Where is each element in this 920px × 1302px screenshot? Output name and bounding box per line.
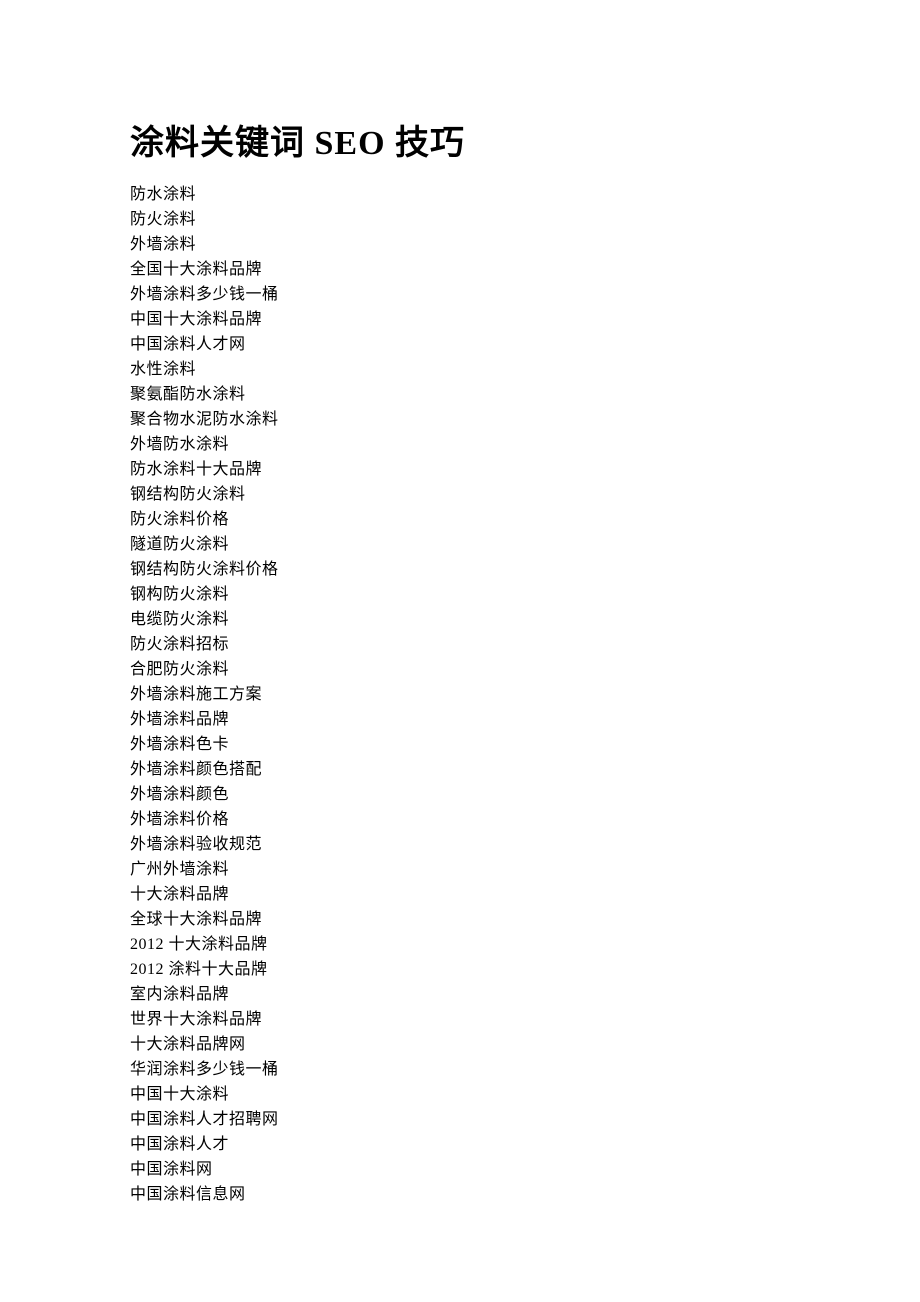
keyword-item: 外墙涂料多少钱一桶 [130, 282, 790, 307]
keyword-item: 世界十大涂料品牌 [130, 1007, 790, 1032]
keyword-item: 聚氨酯防水涂料 [130, 382, 790, 407]
keyword-item: 水性涂料 [130, 357, 790, 382]
keyword-item: 2012 涂料十大品牌 [130, 957, 790, 982]
keyword-item: 外墙防水涂料 [130, 432, 790, 457]
keyword-item: 中国涂料人才网 [130, 332, 790, 357]
keyword-item: 广州外墙涂料 [130, 857, 790, 882]
page-title: 涂料关键词 SEO 技巧 [130, 115, 790, 164]
keyword-item: 外墙涂料颜色搭配 [130, 757, 790, 782]
keyword-item: 钢构防火涂料 [130, 582, 790, 607]
keyword-item: 华润涂料多少钱一桶 [130, 1057, 790, 1082]
keyword-item: 中国涂料网 [130, 1157, 790, 1182]
keyword-item: 中国涂料人才 [130, 1132, 790, 1157]
keyword-item: 聚合物水泥防水涂料 [130, 407, 790, 432]
keyword-item: 防火涂料 [130, 207, 790, 232]
keyword-item: 室内涂料品牌 [130, 982, 790, 1007]
keyword-item: 十大涂料品牌网 [130, 1032, 790, 1057]
keyword-item: 中国涂料信息网 [130, 1182, 790, 1207]
keyword-item: 2012 十大涂料品牌 [130, 932, 790, 957]
keyword-item: 外墙涂料色卡 [130, 732, 790, 757]
keyword-item: 十大涂料品牌 [130, 882, 790, 907]
keyword-item: 防火涂料招标 [130, 632, 790, 657]
keyword-item: 钢结构防火涂料价格 [130, 557, 790, 582]
keyword-item: 中国涂料人才招聘网 [130, 1107, 790, 1132]
keyword-item: 电缆防火涂料 [130, 607, 790, 632]
keyword-list: 防水涂料防火涂料外墙涂料全国十大涂料品牌外墙涂料多少钱一桶中国十大涂料品牌中国涂… [130, 182, 790, 1207]
keyword-item: 全球十大涂料品牌 [130, 907, 790, 932]
keyword-item: 防水涂料 [130, 182, 790, 207]
keyword-item: 钢结构防火涂料 [130, 482, 790, 507]
keyword-item: 隧道防火涂料 [130, 532, 790, 557]
keyword-item: 外墙涂料品牌 [130, 707, 790, 732]
keyword-item: 防火涂料价格 [130, 507, 790, 532]
keyword-item: 合肥防火涂料 [130, 657, 790, 682]
keyword-item: 中国十大涂料 [130, 1082, 790, 1107]
keyword-item: 中国十大涂料品牌 [130, 307, 790, 332]
keyword-item: 外墙涂料 [130, 232, 790, 257]
keyword-item: 外墙涂料价格 [130, 807, 790, 832]
keyword-item: 外墙涂料颜色 [130, 782, 790, 807]
keyword-item: 外墙涂料验收规范 [130, 832, 790, 857]
keyword-item: 外墙涂料施工方案 [130, 682, 790, 707]
keyword-item: 全国十大涂料品牌 [130, 257, 790, 282]
keyword-item: 防水涂料十大品牌 [130, 457, 790, 482]
